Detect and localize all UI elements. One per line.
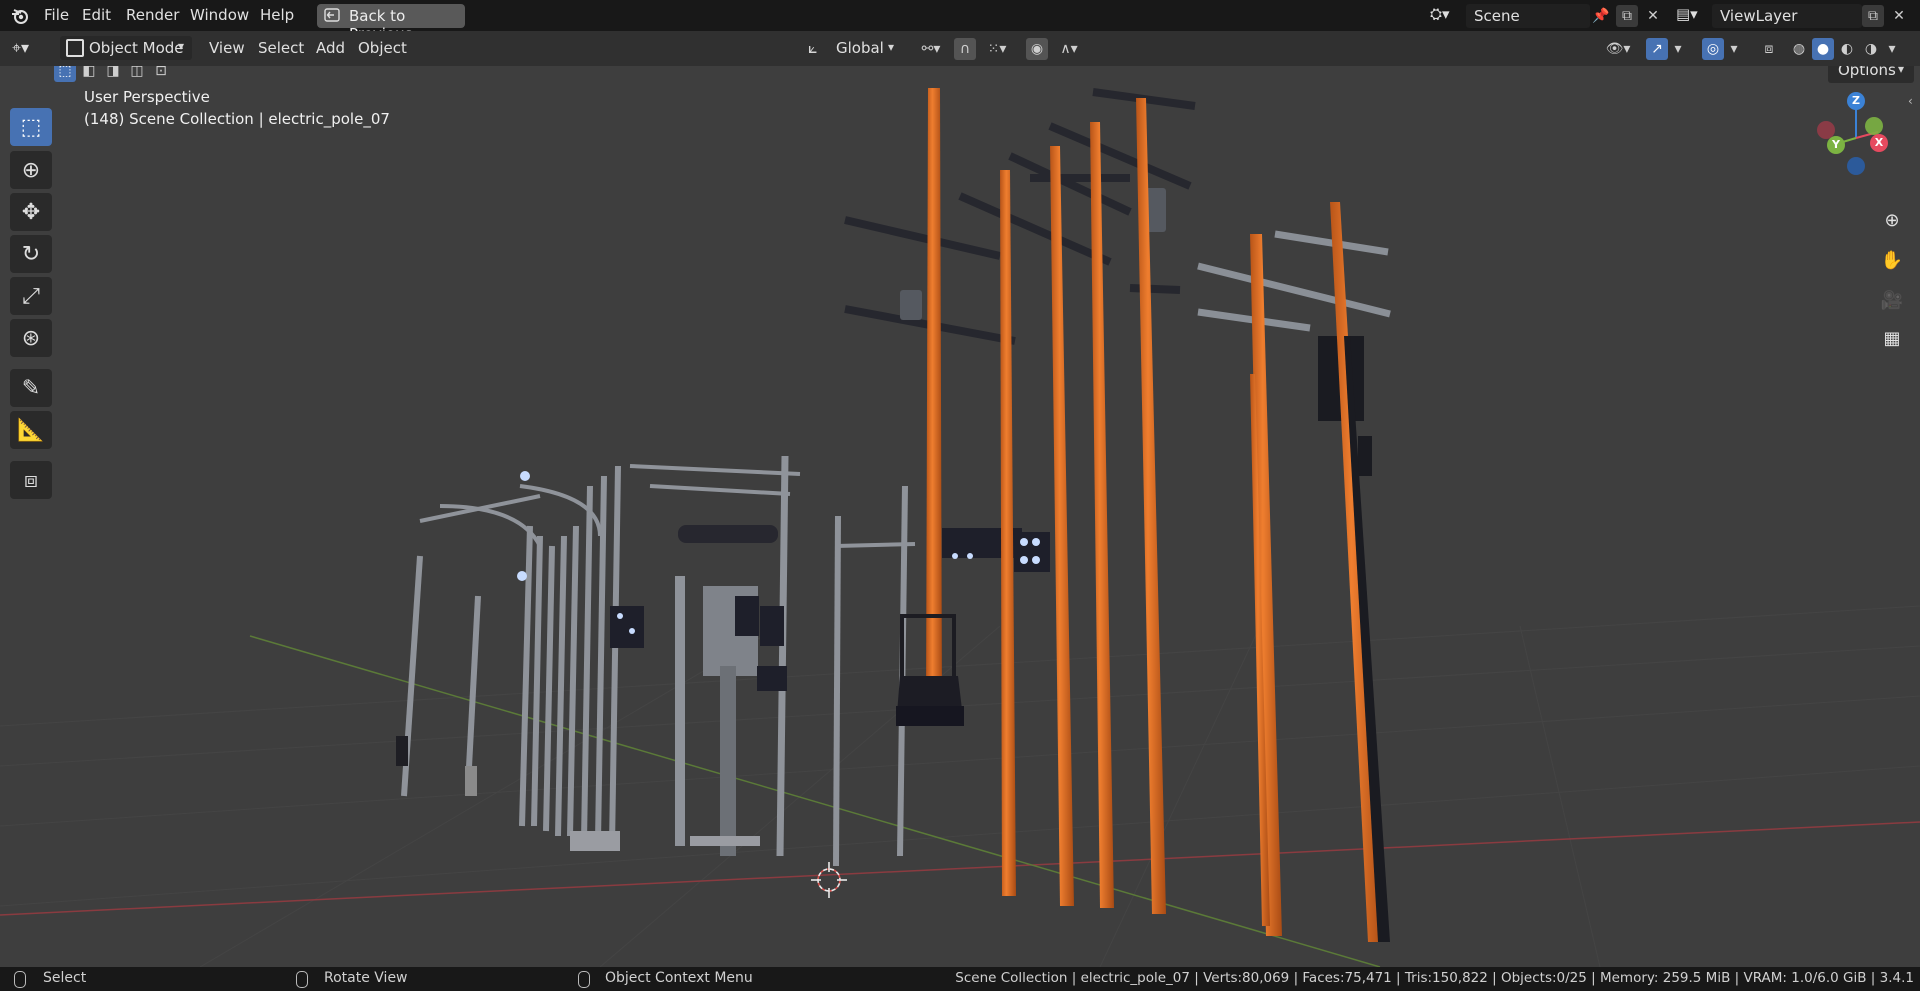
menu-view[interactable]: View [209, 39, 245, 57]
new-scene-icon[interactable]: ⧉ [1616, 5, 1638, 27]
zoom-icon[interactable]: ⊕ [1876, 204, 1908, 236]
object-mode-label: Object Mode [89, 39, 184, 57]
transform-orientation-dropdown[interactable]: ⟀ Global ▾ [806, 36, 902, 60]
scene-type-icon[interactable]: ⛭▾ [1430, 5, 1460, 27]
blender-logo-icon[interactable] [10, 6, 30, 26]
mouse-left-icon [14, 971, 26, 988]
status-rotate-label: Rotate View [324, 970, 408, 986]
select-subtract-icon[interactable]: ◨ [102, 66, 124, 82]
floor-grid [0, 605, 1920, 967]
rotate-tool[interactable]: ↻ [10, 235, 52, 273]
select-intersect-icon[interactable]: ⊡ [150, 66, 172, 82]
perspective-toggle-icon[interactable]: ▦ [1876, 322, 1908, 354]
overlays-toggle-icon[interactable]: ◎ [1702, 38, 1724, 60]
visibility-icon[interactable]: 👁▾ [1600, 38, 1636, 60]
view-layer-field[interactable]: ViewLayer [1712, 4, 1862, 28]
menu-window[interactable]: Window [190, 6, 249, 24]
editor-type-icon[interactable]: ⌖▾ [12, 38, 48, 60]
snap-toggle-icon[interactable]: ∩ [954, 38, 976, 60]
solid-shading-icon[interactable]: ● [1812, 38, 1834, 60]
shading-dropdown-icon[interactable]: ▾ [1884, 38, 1900, 60]
rendered-shading-icon[interactable]: ◑ [1860, 38, 1882, 60]
pan-hand-icon[interactable]: ✋ [1876, 244, 1908, 276]
proportional-falloff-icon[interactable]: ∧▾ [1052, 38, 1086, 60]
gizmo-toggle-icon[interactable]: ↗ [1646, 38, 1668, 60]
menu-object[interactable]: Object [358, 39, 407, 57]
select-box-tool[interactable]: ⬚ [10, 108, 52, 146]
menu-select[interactable]: Select [258, 39, 304, 57]
view-layer-name: ViewLayer [1720, 7, 1798, 25]
y-axis-line [249, 635, 1381, 967]
mouse-right-icon [578, 971, 590, 988]
pivot-point-icon[interactable]: ⚯▾ [914, 38, 948, 60]
3d-viewport[interactable]: ⬚ ◧ ◨ ◫ ⊡ Options ▾ User Perspective (14… [0, 66, 1920, 967]
move-tool[interactable]: ✥ [10, 193, 52, 231]
status-select-label: Select [43, 970, 87, 986]
chevron-down-icon: ▾ [1898, 66, 1905, 76]
gizmo-dropdown-icon[interactable]: ▾ [1670, 38, 1686, 60]
collection-info-label: (148) Scene Collection | electric_pole_0… [84, 110, 390, 128]
scene-statistics: Scene Collection | electric_pole_07 | Ve… [955, 970, 1914, 986]
status-context-label: Object Context Menu [605, 970, 753, 986]
camera-view-icon[interactable]: 🎥 [1876, 284, 1908, 316]
gizmo-z-label[interactable]: Z [1847, 92, 1865, 110]
mouse-middle-icon [296, 971, 308, 988]
select-invert-icon[interactable]: ◫ [126, 66, 148, 82]
select-extend-icon[interactable]: ◧ [78, 66, 100, 82]
status-bar: Select Rotate View Object Context Menu S… [0, 967, 1920, 991]
grey-cross-arms [1197, 230, 1391, 332]
gizmo-x-label[interactable]: X [1870, 134, 1888, 152]
annotate-tool[interactable]: ✎ [10, 369, 52, 407]
xray-toggle-icon[interactable]: ⧈ [1758, 38, 1780, 60]
delete-view-layer-icon[interactable]: ✕ [1888, 5, 1910, 27]
add-cube-tool[interactable]: ⧈ [10, 461, 52, 499]
viewport-header: ⌖▾ Object Mode ▾ View Select Add Object … [0, 31, 1920, 66]
scene-render [0, 88, 1920, 967]
gizmo-y-label[interactable]: Y [1827, 136, 1845, 154]
back-icon [324, 7, 340, 27]
wireframe-shading-icon[interactable]: ◍ [1788, 38, 1810, 60]
perspective-label: User Perspective [84, 88, 210, 106]
measure-tool[interactable]: 📐 [10, 411, 52, 449]
proportional-edit-icon[interactable]: ◉ [1026, 38, 1048, 60]
snap-target-icon[interactable]: ⁙▾ [980, 38, 1014, 60]
select-mode-buttons: ⬚ ◧ ◨ ◫ ⊡ [54, 66, 174, 84]
material-shading-icon[interactable]: ◐ [1836, 38, 1858, 60]
collapse-sidebar-icon[interactable]: ‹ [1908, 94, 1913, 108]
view-layer-type-icon[interactable]: ▤▾ [1676, 5, 1706, 27]
street-light-cluster [401, 455, 916, 867]
options-dropdown[interactable]: Options ▾ [1828, 66, 1914, 83]
menu-add[interactable]: Add [316, 39, 345, 57]
cursor-tool[interactable]: ⊕ [10, 151, 52, 189]
3d-cursor-icon [811, 862, 847, 898]
top-bar: File Edit Render Window Help Back to Pre… [0, 0, 1920, 43]
options-label: Options [1838, 66, 1896, 79]
menu-help[interactable]: Help [260, 6, 294, 24]
scale-tool[interactable]: ⤢ [10, 277, 52, 315]
navigation-gizmo[interactable]: Z X Y [1806, 90, 1896, 180]
chevron-down-icon: ▾ [178, 39, 185, 53]
scene-name: Scene [1474, 7, 1520, 25]
object-mode-dropdown[interactable]: Object Mode ▾ [60, 36, 192, 60]
orientation-icon: ⟀ [808, 38, 818, 57]
menu-render[interactable]: Render [126, 6, 179, 24]
menu-edit[interactable]: Edit [82, 6, 111, 24]
delete-scene-icon[interactable]: ✕ [1642, 5, 1664, 27]
new-view-layer-icon[interactable]: ⧉ [1862, 5, 1884, 27]
scene-name-field[interactable]: Scene [1466, 4, 1590, 28]
menu-file[interactable]: File [44, 6, 69, 24]
object-mode-icon [66, 39, 84, 57]
overlays-dropdown-icon[interactable]: ▾ [1726, 38, 1742, 60]
transform-tool[interactable]: ⊛ [10, 319, 52, 357]
chevron-down-icon: ▾ [888, 40, 895, 54]
pin-scene-icon[interactable]: 📌 [1590, 5, 1612, 27]
back-to-previous-button[interactable]: Back to Previous [317, 4, 465, 43]
orientation-label: Global [836, 39, 884, 57]
select-new-icon[interactable]: ⬚ [54, 66, 76, 82]
